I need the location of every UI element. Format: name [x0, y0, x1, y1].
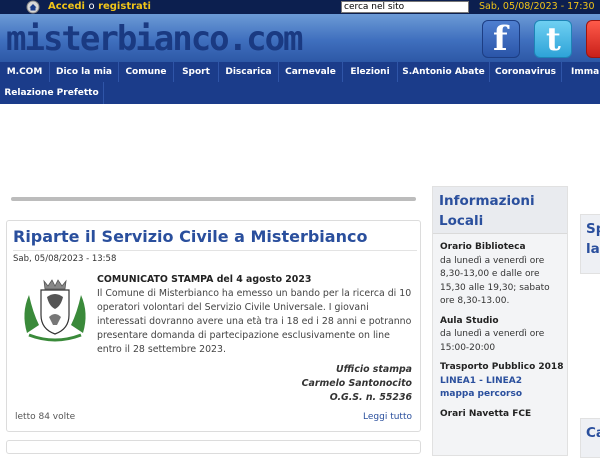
sidebar-block-text: da lunedì a venerdì ore 15:00-20:00 — [440, 329, 545, 353]
signature-line-1: Ufficio stampa — [336, 364, 412, 375]
article-headline: COMUNICATO STAMPA del 4 agosto 2023 — [97, 274, 312, 285]
sidebar-link-map[interactable]: mappa percorso — [440, 388, 566, 402]
article-title[interactable]: Riparte il Servizio Civile a Misterbianc… — [13, 227, 367, 246]
sidebar-block: Orario Biblioteca da lunedì a venerdì or… — [440, 241, 566, 309]
nav-item-comune[interactable]: Comune — [119, 62, 174, 82]
nav-item-santonio-abate[interactable]: S.Antonio Abate — [398, 62, 490, 82]
search-input[interactable] — [341, 1, 469, 13]
edge-box-1: Sp la — [580, 214, 600, 274]
edge-box-2-title: Ca — [586, 425, 600, 441]
facebook-glyph: f — [493, 19, 508, 59]
sidebar-block-title: Trasporto Pubblico 2018 — [440, 362, 564, 372]
sidebar-link-lines[interactable]: LINEA1 - LINEA2 — [440, 375, 566, 389]
site-banner: misterbianco.com f t — [0, 14, 600, 62]
sidebar-info-box: Informazioni Locali Orario Biblioteca da… — [432, 186, 568, 456]
nav-item-relazione-prefetto[interactable]: Relazione Prefetto — [0, 82, 104, 104]
signature-line-3: O.G.S. n. 55236 — [329, 392, 412, 403]
nav-item-imma[interactable]: Imma — [562, 62, 600, 82]
login-link[interactable]: Accedi — [48, 1, 85, 12]
section-divider — [11, 197, 416, 201]
site-logo[interactable]: misterbianco.com — [6, 20, 304, 58]
edge-box-1-title: Sp la — [586, 221, 600, 257]
edge-box-2: Ca — [580, 418, 600, 458]
facebook-icon[interactable]: f — [482, 19, 520, 59]
nav-item-discarica[interactable]: Discarica — [219, 62, 279, 82]
article-text: Il Comune di Misterbianco ha emesso un b… — [97, 288, 412, 355]
nav-item-dico-la-mia[interactable]: Dico la mia — [50, 62, 119, 82]
nav-item-mcom[interactable]: M.COM — [0, 62, 50, 82]
view-count: letto 84 volte — [15, 412, 76, 422]
twitter-icon[interactable]: t — [534, 20, 572, 58]
nav-item-coronavirus[interactable]: Coronavirus — [490, 62, 562, 82]
article-signature: Ufficio stampa Carmelo Santonocito O.G.S… — [302, 363, 412, 405]
nav-item-sport[interactable]: Sport — [174, 62, 219, 82]
sidebar-block-title: Orario Biblioteca — [440, 242, 526, 252]
nav-item-carnevale[interactable]: Carnevale — [279, 62, 343, 82]
register-link[interactable]: registrati — [98, 1, 151, 12]
article-body: COMUNICATO STAMPA del 4 agosto 2023 Il C… — [97, 273, 417, 357]
article-divider — [13, 250, 417, 251]
main-nav-row2: Relazione Prefetto — [0, 82, 600, 104]
login-separator: o — [88, 1, 95, 12]
main-nav: M.COM Dico la mia Comune Sport Discarica… — [0, 62, 600, 82]
sidebar-block-text: da lunedì a venerdì ore 8,30-13,00 e dal… — [440, 255, 550, 307]
signature-line-2: Carmelo Santonocito — [301, 378, 412, 389]
sidebar-block: Aula Studio da lunedì a venerdì ore 15:0… — [440, 315, 566, 356]
article-date: Sab, 05/08/2023 - 13:58 — [13, 254, 117, 264]
home-icon[interactable] — [26, 0, 40, 14]
twitter-glyph: t — [546, 20, 561, 58]
next-article-card — [6, 440, 421, 454]
login-links: Accedi o registrati — [48, 0, 151, 14]
youtube-icon[interactable] — [586, 20, 600, 58]
sidebar-block: Trasporto Pubblico 2018 LINEA1 - LINEA2 … — [440, 361, 566, 402]
coat-of-arms-icon — [24, 279, 86, 342]
sidebar-block: Orari Navetta FCE — [440, 408, 566, 422]
current-datetime: Sab, 05/08/2023 - 17:30 — [473, 0, 600, 14]
nav-item-elezioni[interactable]: Elezioni — [343, 62, 398, 82]
sidebar-title: Informazioni Locali — [439, 193, 535, 229]
article-card: Riparte il Servizio Civile a Misterbianc… — [6, 220, 421, 432]
sidebar-content: Orario Biblioteca da lunedì a venerdì or… — [440, 241, 566, 427]
read-more-link[interactable]: Leggi tutto — [363, 412, 412, 422]
sidebar-header: Informazioni Locali — [433, 187, 567, 234]
sidebar-block-title: Orari Navetta FCE — [440, 408, 532, 419]
sidebar-block-title: Aula Studio — [440, 315, 499, 326]
